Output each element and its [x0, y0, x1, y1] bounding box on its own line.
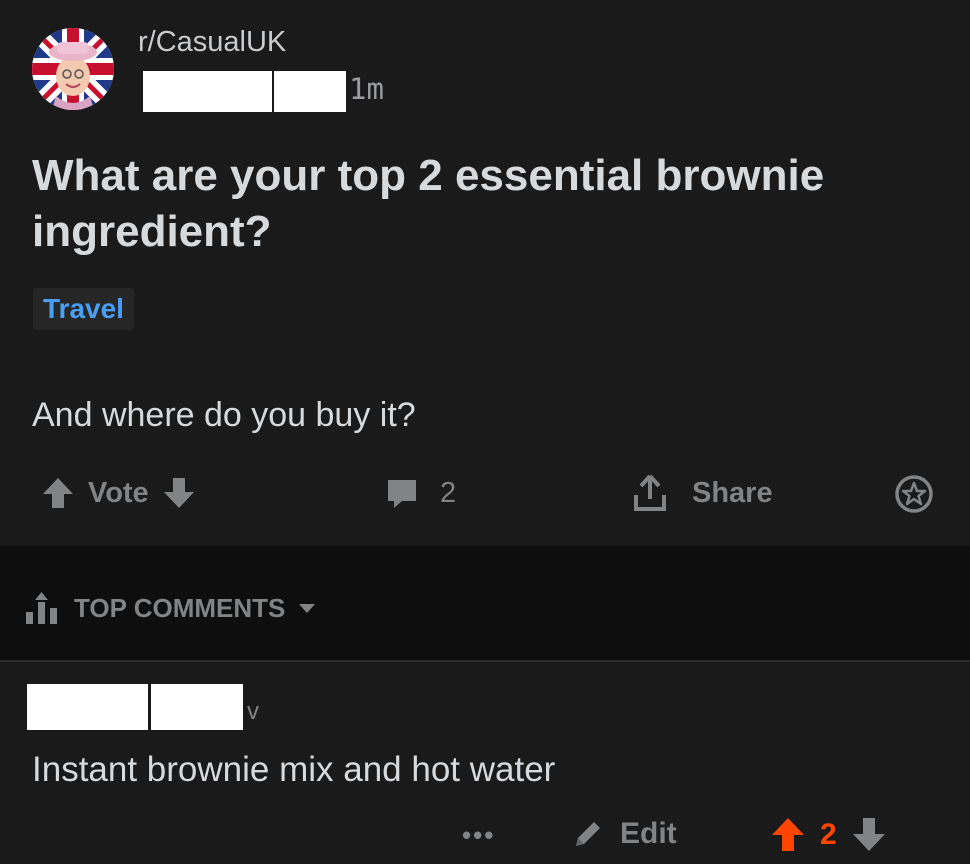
sort-dropdown[interactable]: TOP COMMENTS — [24, 590, 317, 626]
post-title[interactable]: What are your top 2 essential brownie in… — [32, 148, 942, 260]
post-action-bar: Vote 2 Share — [0, 470, 970, 516]
comment-vote-count: 2 — [820, 818, 837, 851]
more-options-button[interactable]: ••• — [462, 820, 495, 851]
edit-label: Edit — [620, 817, 677, 850]
comment-count: 2 — [440, 476, 457, 509]
award-icon — [895, 475, 933, 513]
redacted-commenter-block — [151, 684, 243, 730]
pencil-icon — [576, 822, 600, 846]
comment-icon — [388, 480, 416, 508]
vote-control: Vote — [40, 470, 197, 516]
sort-bars-icon — [26, 592, 57, 624]
award-button[interactable] — [894, 474, 934, 514]
comment-meta: v — [247, 698, 259, 725]
edit-button[interactable]: Edit — [570, 816, 677, 852]
share-label: Share — [692, 476, 773, 509]
redacted-username-block — [274, 71, 346, 112]
post-body: And where do you buy it? — [32, 396, 416, 434]
upvote-icon[interactable] — [40, 475, 76, 511]
post-flair[interactable]: Travel — [33, 288, 134, 330]
comments-button[interactable]: 2 — [384, 470, 456, 516]
downvote-icon[interactable] — [161, 475, 197, 511]
comments-sort-bar: TOP COMMENTS — [0, 546, 970, 660]
vote-label: Vote — [88, 476, 149, 509]
redacted-commenter-block — [27, 684, 148, 730]
comment-vote-control: 2 — [770, 816, 887, 854]
post-card: r/CasualUK 1m What are your top 2 essent… — [0, 0, 970, 546]
share-button[interactable]: Share — [632, 470, 773, 516]
downvote-icon[interactable] — [851, 816, 887, 854]
share-icon — [634, 474, 666, 511]
subreddit-name[interactable]: r/CasualUK — [138, 26, 286, 59]
upvote-icon[interactable] — [770, 816, 806, 854]
avatar-queen-union-jack-icon — [32, 28, 114, 110]
post-time-ago: 1m — [349, 72, 384, 106]
comment-action-bar: ••• Edit 2 — [0, 812, 970, 858]
chevron-down-icon — [299, 604, 316, 613]
redacted-username-block — [143, 71, 272, 112]
comment-text: Instant brownie mix and hot water — [32, 750, 556, 789]
sort-label: TOP COMMENTS — [74, 592, 286, 623]
comment-item: v Instant brownie mix and hot water ••• … — [0, 662, 970, 864]
subreddit-avatar[interactable] — [32, 28, 114, 110]
